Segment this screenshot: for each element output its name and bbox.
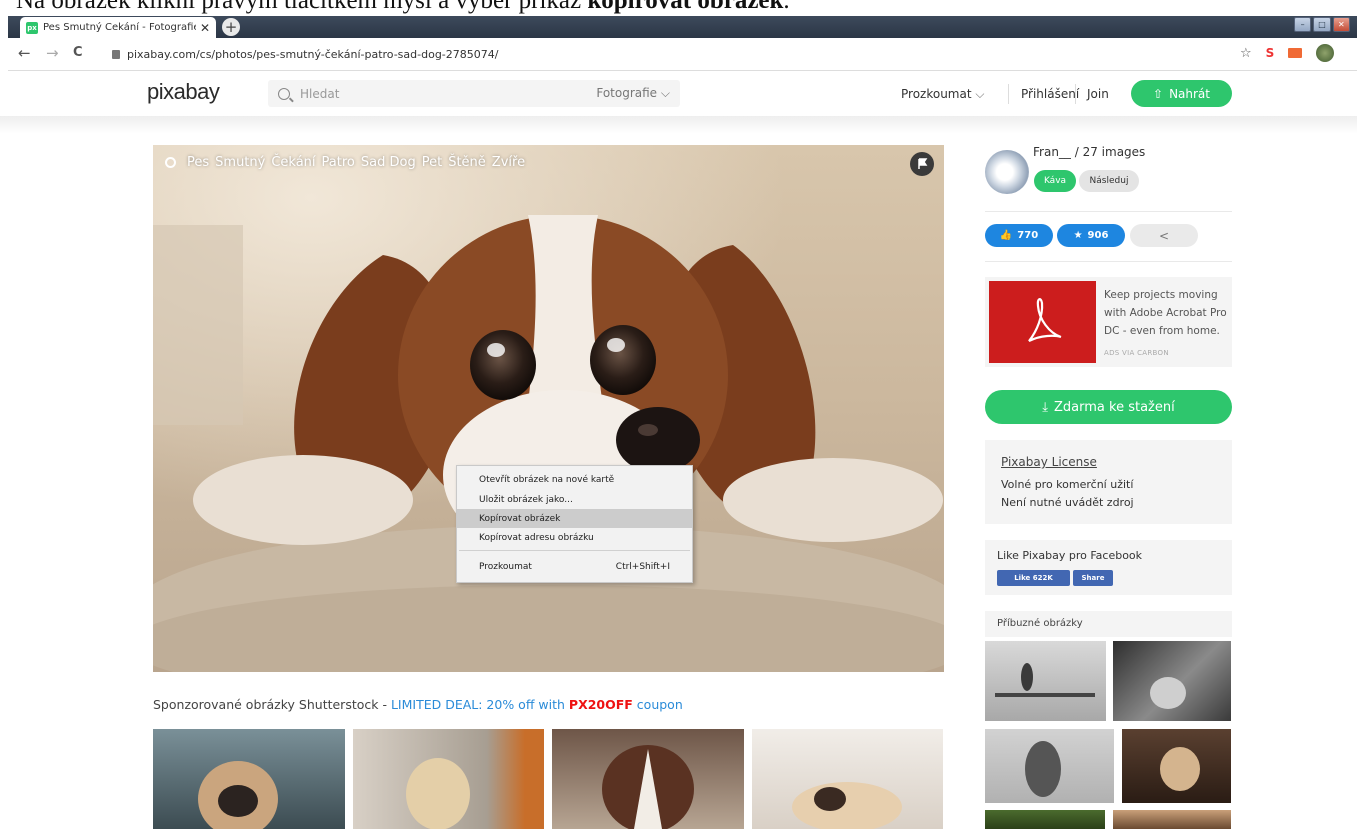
menu-item-open-image-new-tab[interactable]: Otevřít obrázek na nové kartě xyxy=(457,470,692,489)
upload-button[interactable]: ⇧ Nahrát xyxy=(1131,80,1232,107)
instruction-heading: Na obrázek klikni pravým tlačítkem myši … xyxy=(16,0,790,14)
extension-s-icon[interactable]: S xyxy=(1266,46,1275,60)
nav-explore[interactable]: Prozkoumat ⌵ xyxy=(901,87,985,102)
tag-link[interactable]: Patro xyxy=(322,155,355,170)
extensions-area: ☆ S xyxy=(1240,44,1335,62)
menu-item-copy-image[interactable]: Kopírovat obrázek xyxy=(457,509,692,528)
related-image[interactable] xyxy=(1113,641,1231,721)
tag-link[interactable]: Smutný xyxy=(215,155,265,170)
star-icon[interactable]: ☆ xyxy=(1240,46,1252,61)
photo-tags: Pes Smutný Čekání Patro Sad Dog Pet Štěn… xyxy=(165,155,525,170)
sponsored-prefix: Sponzorované obrázky Shutterstock - xyxy=(153,697,391,712)
menu-divider xyxy=(459,550,690,551)
deal-link[interactable]: LIMITED DEAL: 20% off with xyxy=(391,697,569,712)
sponsored-image[interactable] xyxy=(552,729,744,829)
sponsored-line: Sponzorované obrázky Shutterstock - LIMI… xyxy=(153,697,683,712)
related-image[interactable] xyxy=(985,641,1106,721)
facebook-share-button[interactable]: Share xyxy=(1073,570,1113,586)
lock-icon xyxy=(112,49,120,59)
nav-login[interactable]: Přihlášení xyxy=(1021,87,1079,101)
license-line: Není nutné uvádět zdroj xyxy=(1001,496,1134,509)
window-controls: – □ ✕ xyxy=(1294,17,1350,32)
facebook-like-button[interactable]: Like 622K xyxy=(997,570,1070,586)
menu-item-inspect[interactable]: Prozkoumat Ctrl+Shift+I xyxy=(457,557,692,576)
tag-link[interactable]: Pes xyxy=(187,155,209,170)
share-icon: < xyxy=(1158,228,1170,243)
search-category-select[interactable]: Fotografie ⌵ xyxy=(596,86,670,101)
license-link[interactable]: Pixabay License xyxy=(1001,455,1097,469)
tab-title: Pes Smutný Čekání - Fotografie z xyxy=(43,22,196,33)
tag-link[interactable]: Čekání xyxy=(271,155,315,170)
divider xyxy=(985,211,1232,212)
related-image[interactable] xyxy=(985,810,1105,829)
pixabay-logo[interactable]: pixabay xyxy=(147,79,220,105)
acrobat-icon xyxy=(1028,298,1062,342)
back-icon[interactable]: ← xyxy=(18,44,31,62)
report-flag-button[interactable] xyxy=(910,152,934,176)
related-image[interactable] xyxy=(1122,729,1231,803)
address-bar[interactable]: pixabay.com/cs/photos/pes-smutný-čekání-… xyxy=(112,43,1212,65)
related-images-title: Příbuzné obrázky xyxy=(985,611,1232,637)
search-icon xyxy=(278,87,290,100)
facebook-text: Like Pixabay pro Facebook xyxy=(997,549,1143,562)
divider xyxy=(1075,84,1076,104)
nav-join[interactable]: Join xyxy=(1087,87,1109,101)
like-button[interactable]: 👍 770 xyxy=(985,224,1053,247)
search-bar[interactable]: Hledat Fotografie ⌵ xyxy=(268,80,680,107)
ad-via[interactable]: ADS VIA CARBON xyxy=(1104,349,1169,357)
sponsored-image[interactable] xyxy=(153,729,345,829)
favorite-button[interactable]: ★ 906 xyxy=(1057,224,1125,247)
divider xyxy=(1008,84,1009,104)
coffee-button[interactable]: Káva xyxy=(1034,170,1076,192)
menu-item-save-image-as[interactable]: Uložit obrázek jako... xyxy=(457,490,692,509)
context-menu: Otevřít obrázek na nové kartě Uložit obr… xyxy=(456,465,693,583)
maximize-button[interactable]: □ xyxy=(1313,17,1331,32)
close-window-button[interactable]: ✕ xyxy=(1332,17,1350,32)
close-tab-icon[interactable]: ✕ xyxy=(200,21,210,35)
related-image[interactable] xyxy=(985,729,1114,803)
dog-image xyxy=(153,145,944,672)
main-photo[interactable] xyxy=(153,145,944,672)
follow-button[interactable]: Následuj xyxy=(1079,170,1139,192)
header-shadow xyxy=(0,116,1357,134)
browser-tab[interactable]: px Pes Smutný Čekání - Fotografie z ✕ xyxy=(20,17,216,38)
star-icon: ★ xyxy=(1073,230,1083,241)
mail-extension-icon[interactable] xyxy=(1288,48,1303,58)
user-avatar[interactable] xyxy=(985,150,1029,194)
tag-link[interactable]: Zvíře xyxy=(492,155,525,170)
chevron-down-icon: ⌵ xyxy=(975,87,985,101)
flag-icon xyxy=(918,158,928,169)
tag-link[interactable]: Pet xyxy=(422,155,442,170)
coupon-code[interactable]: PX20OFF xyxy=(569,697,633,712)
minimize-button[interactable]: – xyxy=(1294,17,1312,32)
tag-link[interactable]: Štěně xyxy=(448,155,486,170)
user-info[interactable]: Fran__ / 27 images xyxy=(1033,145,1145,159)
menu-item-copy-image-address[interactable]: Kopírovat adresu obrázku xyxy=(457,528,692,547)
profile-avatar-icon[interactable] xyxy=(1316,44,1335,62)
adobe-acrobat-logo[interactable] xyxy=(989,281,1096,363)
related-image[interactable] xyxy=(1113,810,1231,829)
ad-text[interactable]: Keep projects moving with Adobe Acrobat … xyxy=(1104,286,1229,340)
free-download-button[interactable]: ⤓ Zdarma ke stažení xyxy=(985,390,1232,424)
chevron-down-icon: ⌵ xyxy=(660,86,670,100)
license-line: Volné pro komerční užití xyxy=(1001,478,1134,491)
tag-icon xyxy=(165,157,176,168)
download-icon: ⤓ xyxy=(1042,399,1049,415)
thumbs-up-icon: 👍 xyxy=(999,230,1013,241)
url-text: pixabay.com/cs/photos/pes-smutný-čekání-… xyxy=(127,47,499,61)
upload-icon: ⇧ xyxy=(1153,86,1164,101)
divider xyxy=(985,261,1232,262)
search-input[interactable]: Hledat xyxy=(300,87,596,101)
reload-icon[interactable]: C xyxy=(73,45,83,60)
sponsored-image[interactable] xyxy=(353,729,544,829)
tag-link[interactable]: Sad Dog xyxy=(361,155,416,170)
pixabay-favicon-icon: px xyxy=(26,21,38,34)
share-button[interactable]: < xyxy=(1130,224,1198,247)
forward-icon[interactable]: → xyxy=(46,44,59,62)
sponsored-image[interactable] xyxy=(752,729,943,829)
new-tab-button[interactable]: + xyxy=(222,18,240,36)
coupon-suffix[interactable]: coupon xyxy=(633,697,683,712)
